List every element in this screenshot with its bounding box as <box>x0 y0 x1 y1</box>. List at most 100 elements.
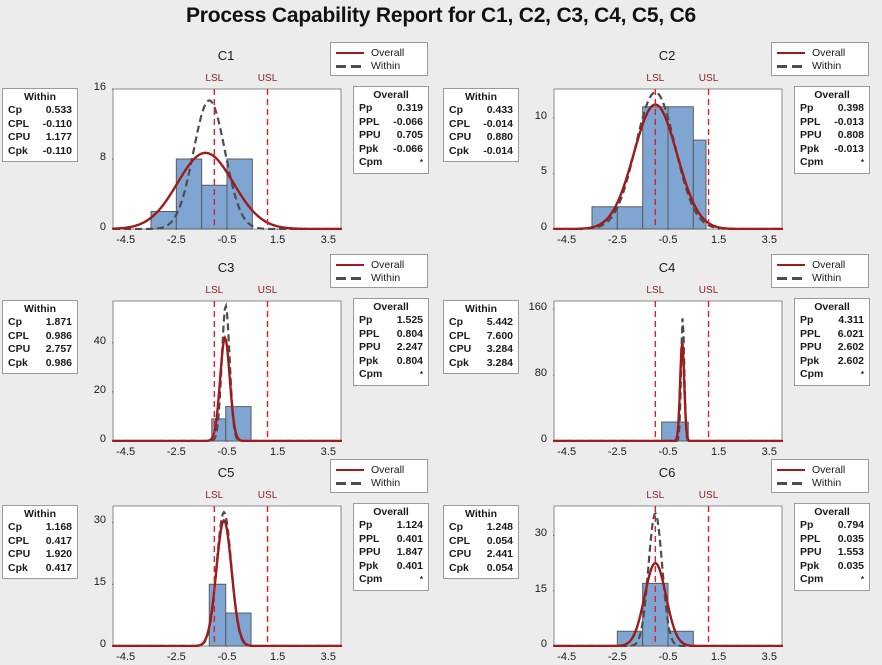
legend-label-within: Within <box>812 59 842 72</box>
stat-value: 3.284 <box>486 343 513 355</box>
stat-row: Pp 4.311 <box>800 314 864 328</box>
x-tick-label: -4.5 <box>116 651 136 663</box>
x-tick-label: 3.5 <box>761 651 777 663</box>
stat-value: 0.533 <box>45 104 72 116</box>
stat-row: PPU 2.602 <box>800 341 864 355</box>
stat-key: PPU <box>359 129 381 141</box>
x-tick-label: -0.5 <box>658 651 678 663</box>
stat-row: PPL -0.013 <box>800 116 864 130</box>
stat-row: CPU 2.757 <box>8 343 72 357</box>
usl-label: USL <box>257 73 278 84</box>
stat-value: 0.401 <box>396 532 423 545</box>
stat-value: 2.441 <box>486 548 513 560</box>
within-stats-box-header: Within <box>465 303 497 315</box>
stat-row: CPL 7.600 <box>449 330 513 344</box>
stat-value: -0.014 <box>483 144 513 157</box>
stat-key: Cpk <box>449 561 469 574</box>
lsl-label: LSL <box>205 285 224 296</box>
histogram-plot <box>112 505 342 647</box>
stat-row: Cpm * <box>800 573 864 587</box>
stat-key: CPU <box>8 131 31 143</box>
stat-value: -0.066 <box>393 142 423 155</box>
lsl-label: LSL <box>646 285 665 296</box>
overall-stats-box: Overall Pp 0.794 PPL 0.035 PPU 1.553 Ppk 0.035 Cp… <box>794 503 870 591</box>
capability-panel-c6: C6 Overall Within -4.5 -2.5 -0.5 1.5 3.5 0 15 30 LS… <box>441 455 882 665</box>
x-tick-label: -4.5 <box>116 234 136 246</box>
stat-key: Ppk <box>800 354 820 367</box>
stat-key: Cpk <box>8 561 28 574</box>
stat-value: 0.808 <box>837 129 864 141</box>
x-tick-label: 1.5 <box>270 234 286 246</box>
overall-stats-box-header: Overall <box>373 89 409 101</box>
x-tick-label: 3.5 <box>320 234 336 246</box>
stat-value: 1.525 <box>396 314 423 326</box>
legend-label-within: Within <box>371 476 401 489</box>
stat-value: 2.247 <box>396 341 423 353</box>
stat-key: PPL <box>359 327 380 340</box>
stat-row: Cp 1.248 <box>449 521 513 535</box>
dashed-line-icon <box>335 61 365 71</box>
histogram-plot <box>553 300 783 442</box>
overall-stats-box: Overall Pp 4.311 PPL 6.021 PPU 2.602 Ppk 2.602 Cp… <box>794 298 870 386</box>
within-stats-box: Within Cp 5.442 CPL 7.600 CPU 3.284 Cpk 3.284 <box>443 300 519 374</box>
stat-value: 1.124 <box>396 519 423 531</box>
stat-key: PPU <box>359 341 381 353</box>
stat-value: -0.013 <box>834 142 864 155</box>
chart-legend: Overall Within <box>330 254 428 288</box>
stat-row: Ppk -0.013 <box>800 143 864 157</box>
x-tick-label: -4.5 <box>557 234 577 246</box>
legend-item-overall: Overall <box>776 463 862 476</box>
stat-key: CPU <box>449 343 472 355</box>
legend-label-overall: Overall <box>812 46 846 59</box>
stat-value: * <box>860 575 864 584</box>
solid-line-icon <box>335 465 365 475</box>
within-stats-box-header: Within <box>465 91 497 103</box>
stat-key: Cpm <box>359 156 383 168</box>
stat-value: 0.433 <box>486 104 513 116</box>
stat-value: 0.035 <box>837 532 864 545</box>
stat-value: * <box>419 370 423 379</box>
x-tick-label: 1.5 <box>711 234 727 246</box>
stat-row: PPU 0.808 <box>800 129 864 143</box>
stat-value: 1.177 <box>45 131 72 143</box>
legend-item-within: Within <box>335 59 421 72</box>
usl-label: USL <box>257 285 278 296</box>
overall-stats-box: Overall Pp 1.124 PPL 0.401 PPU 1.847 Ppk 0.401 Cp… <box>353 503 429 591</box>
stat-row: Cpk 0.986 <box>8 357 72 371</box>
legend-label-within: Within <box>812 271 842 284</box>
overall-stats-box-header: Overall <box>373 506 409 518</box>
legend-item-within: Within <box>776 59 862 72</box>
stat-value: 0.319 <box>396 102 423 114</box>
within-stats-box: Within Cp 0.533 CPL -0.110 CPU 1.177 Cpk -0.110 <box>2 88 78 162</box>
chart-legend: Overall Within <box>771 254 869 288</box>
legend-item-overall: Overall <box>335 46 421 59</box>
chart-legend: Overall Within <box>771 459 869 493</box>
within-stats-box-header: Within <box>24 91 56 103</box>
stat-value: * <box>860 370 864 379</box>
stat-value: 7.600 <box>486 329 513 342</box>
stat-key: CPU <box>449 131 472 143</box>
stat-value: 0.804 <box>396 327 423 340</box>
stat-row: PPL -0.066 <box>359 116 423 130</box>
stat-key: CPL <box>449 117 470 130</box>
stat-key: Pp <box>359 314 373 326</box>
stat-value: 0.804 <box>396 354 423 367</box>
stat-value: 1.920 <box>45 548 72 560</box>
dashed-line-icon <box>335 273 365 283</box>
stat-key: CPL <box>449 534 470 547</box>
stat-key: Ppk <box>800 142 820 155</box>
chart-legend: Overall Within <box>330 459 428 493</box>
capability-panel-c5: C5 Overall Within -4.5 -2.5 -0.5 1.5 3.5 0 15 30 LS… <box>0 455 441 665</box>
y-tick-label: 0 <box>99 638 106 650</box>
x-tick-label: -2.5 <box>166 651 186 663</box>
stat-value: * <box>419 158 423 167</box>
y-tick-label: 0 <box>540 638 547 650</box>
y-tick-label: 0 <box>540 433 547 445</box>
stat-key: Cpm <box>800 573 824 585</box>
stat-key: Cpk <box>8 356 28 369</box>
stat-key: Ppk <box>359 142 379 155</box>
stat-row: Cpm * <box>359 573 423 587</box>
stat-row: Cpk 0.417 <box>8 562 72 576</box>
stat-row: Pp 1.525 <box>359 314 423 328</box>
usl-label: USL <box>698 73 719 84</box>
